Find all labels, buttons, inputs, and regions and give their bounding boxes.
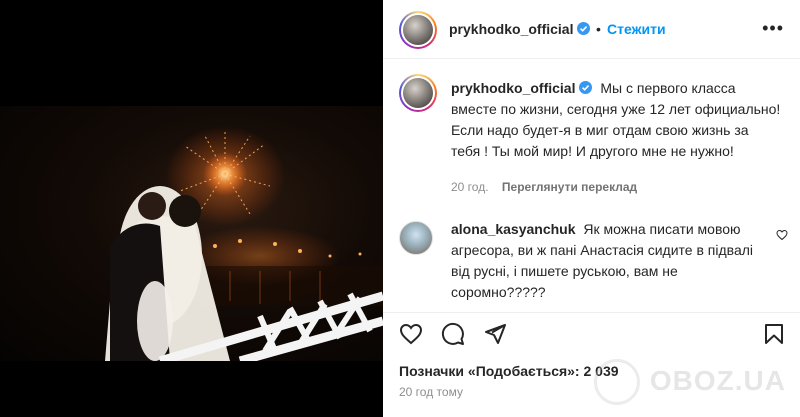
watermark-text: OBOZ.UA — [649, 365, 786, 396]
comment-text: alona_kasyanchuk Як можна писати мовою а… — [451, 219, 771, 303]
comment-icon[interactable] — [441, 322, 465, 346]
bookmark-icon[interactable] — [762, 322, 786, 346]
photo-pane — [0, 0, 383, 417]
author-username[interactable]: prykhodko_official — [449, 21, 591, 37]
caption-age[interactable]: 20 год. — [451, 180, 489, 194]
share-icon[interactable] — [483, 322, 507, 346]
verified-badge-icon — [579, 81, 593, 94]
post-photo[interactable] — [0, 106, 383, 361]
watermark-logo — [594, 359, 640, 405]
follow-button[interactable]: Стежити — [607, 21, 666, 37]
commenter-avatar[interactable] — [399, 221, 433, 255]
commenter-username[interactable]: alona_kasyanchuk — [451, 221, 576, 237]
author-avatar[interactable] — [399, 11, 437, 49]
post-header: prykhodko_official • Стежити ••• — [383, 0, 800, 59]
caption-author-username[interactable]: prykhodko_official — [451, 80, 593, 96]
likes-count[interactable]: Позначки «Подобається»: 2 039 — [399, 363, 619, 379]
post-timestamp[interactable]: 20 год тому — [399, 385, 463, 399]
post-sidebar: prykhodko_official • Стежити ••• prykhod… — [383, 0, 800, 417]
comment-like-icon[interactable] — [776, 229, 788, 241]
see-translation-button[interactable]: Переглянути переклад — [502, 180, 637, 194]
heart-icon[interactable] — [399, 322, 423, 346]
more-options-icon[interactable]: ••• — [762, 19, 784, 37]
action-bar — [383, 312, 800, 357]
caption-text: prykhodko_official Мы с первого класса в… — [451, 78, 781, 162]
caption-author-avatar[interactable] — [399, 74, 437, 112]
separator-dot: • — [596, 21, 601, 37]
wedding-fireworks-photo — [105, 126, 383, 361]
caption-meta: 20 год. Переглянути переклад — [451, 180, 637, 194]
verified-badge-icon — [577, 22, 591, 35]
